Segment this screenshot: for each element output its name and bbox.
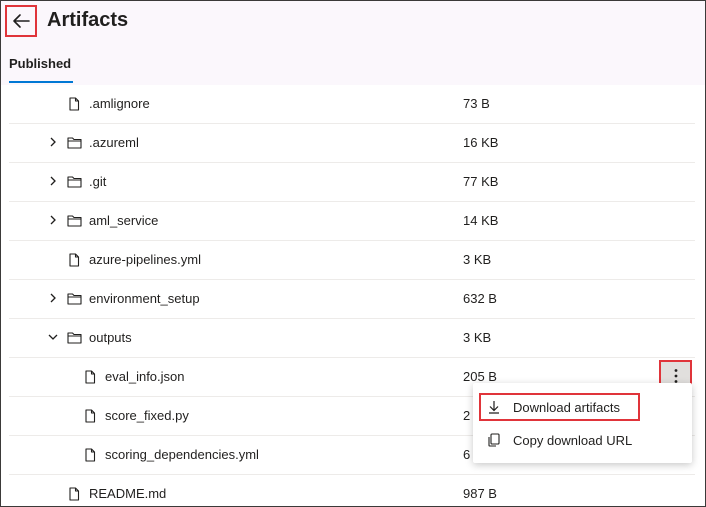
download-icon (487, 400, 501, 414)
copy-icon (487, 433, 501, 447)
menu-item-label: Copy download URL (513, 432, 633, 448)
tab-published[interactable]: Published (9, 56, 71, 71)
chevron-right-icon[interactable] (47, 175, 59, 187)
file-name: outputs (89, 330, 132, 345)
file-name: scoring_dependencies.yml (105, 447, 259, 462)
file-size: 3 KB (463, 252, 492, 267)
tab-selected-indicator (9, 81, 73, 83)
arrow-left-icon (13, 14, 30, 28)
file-size: 2 (463, 408, 471, 423)
file-size: 73 B (463, 96, 490, 111)
file-row[interactable]: .amlignore 73 B (9, 85, 695, 124)
file-size: 6 (463, 447, 471, 462)
menu-item-label: Download artifacts (513, 399, 620, 415)
page-title: Artifacts (47, 9, 129, 31)
folder-row[interactable]: .git 77 KB (9, 163, 695, 202)
folder-row[interactable]: .azureml 16 KB (9, 124, 695, 163)
file-icon (67, 253, 81, 267)
chevron-right-icon[interactable] (47, 136, 59, 148)
artifacts-panel: Artifacts Published .amlignore 73 B .azure… (0, 0, 706, 507)
file-size: 205 B (463, 369, 497, 384)
file-size: 987 B (463, 486, 497, 501)
file-name: environment_setup (89, 291, 200, 306)
file-name: README.md (89, 486, 167, 501)
more-vertical-icon (674, 368, 677, 383)
chevron-down-icon[interactable] (47, 331, 59, 343)
file-icon (83, 409, 97, 423)
file-size: 14 KB (463, 213, 499, 228)
folder-icon (67, 292, 82, 306)
context-menu: Download artifacts Copy download URL (473, 383, 692, 463)
file-size: 77 KB (463, 174, 499, 189)
folder-row[interactable]: aml_service 14 KB (9, 202, 695, 241)
menu-item-copy-download-url[interactable]: Copy download URL (481, 426, 632, 454)
file-name: aml_service (89, 213, 159, 228)
folder-row[interactable]: outputs 3 KB (9, 319, 695, 358)
chevron-right-icon[interactable] (47, 214, 59, 226)
file-name: eval_info.json (105, 369, 185, 384)
file-name: azure-pipelines.yml (89, 252, 201, 267)
file-name: score_fixed.py (105, 408, 189, 423)
folder-icon (67, 331, 82, 345)
folder-icon (67, 175, 82, 189)
back-button[interactable] (5, 5, 37, 37)
folder-row[interactable]: environment_setup 632 B (9, 280, 695, 319)
panel-header: Artifacts Published (1, 1, 705, 85)
file-icon (83, 448, 97, 462)
file-name: .amlignore (89, 96, 150, 111)
file-row[interactable]: README.md 987 B (9, 475, 695, 506)
file-row[interactable]: azure-pipelines.yml 3 KB (9, 241, 695, 280)
menu-item-download-artifacts[interactable]: Download artifacts (479, 393, 640, 421)
file-name: .git (89, 174, 107, 189)
file-size: 3 KB (463, 330, 492, 345)
file-size: 16 KB (463, 135, 499, 150)
file-name: .azureml (89, 135, 139, 150)
chevron-right-icon[interactable] (47, 292, 59, 304)
file-size: 632 B (463, 291, 497, 306)
folder-icon (67, 136, 82, 150)
file-icon (67, 97, 81, 111)
file-icon (67, 487, 81, 501)
file-icon (83, 370, 97, 384)
folder-icon (67, 214, 82, 228)
